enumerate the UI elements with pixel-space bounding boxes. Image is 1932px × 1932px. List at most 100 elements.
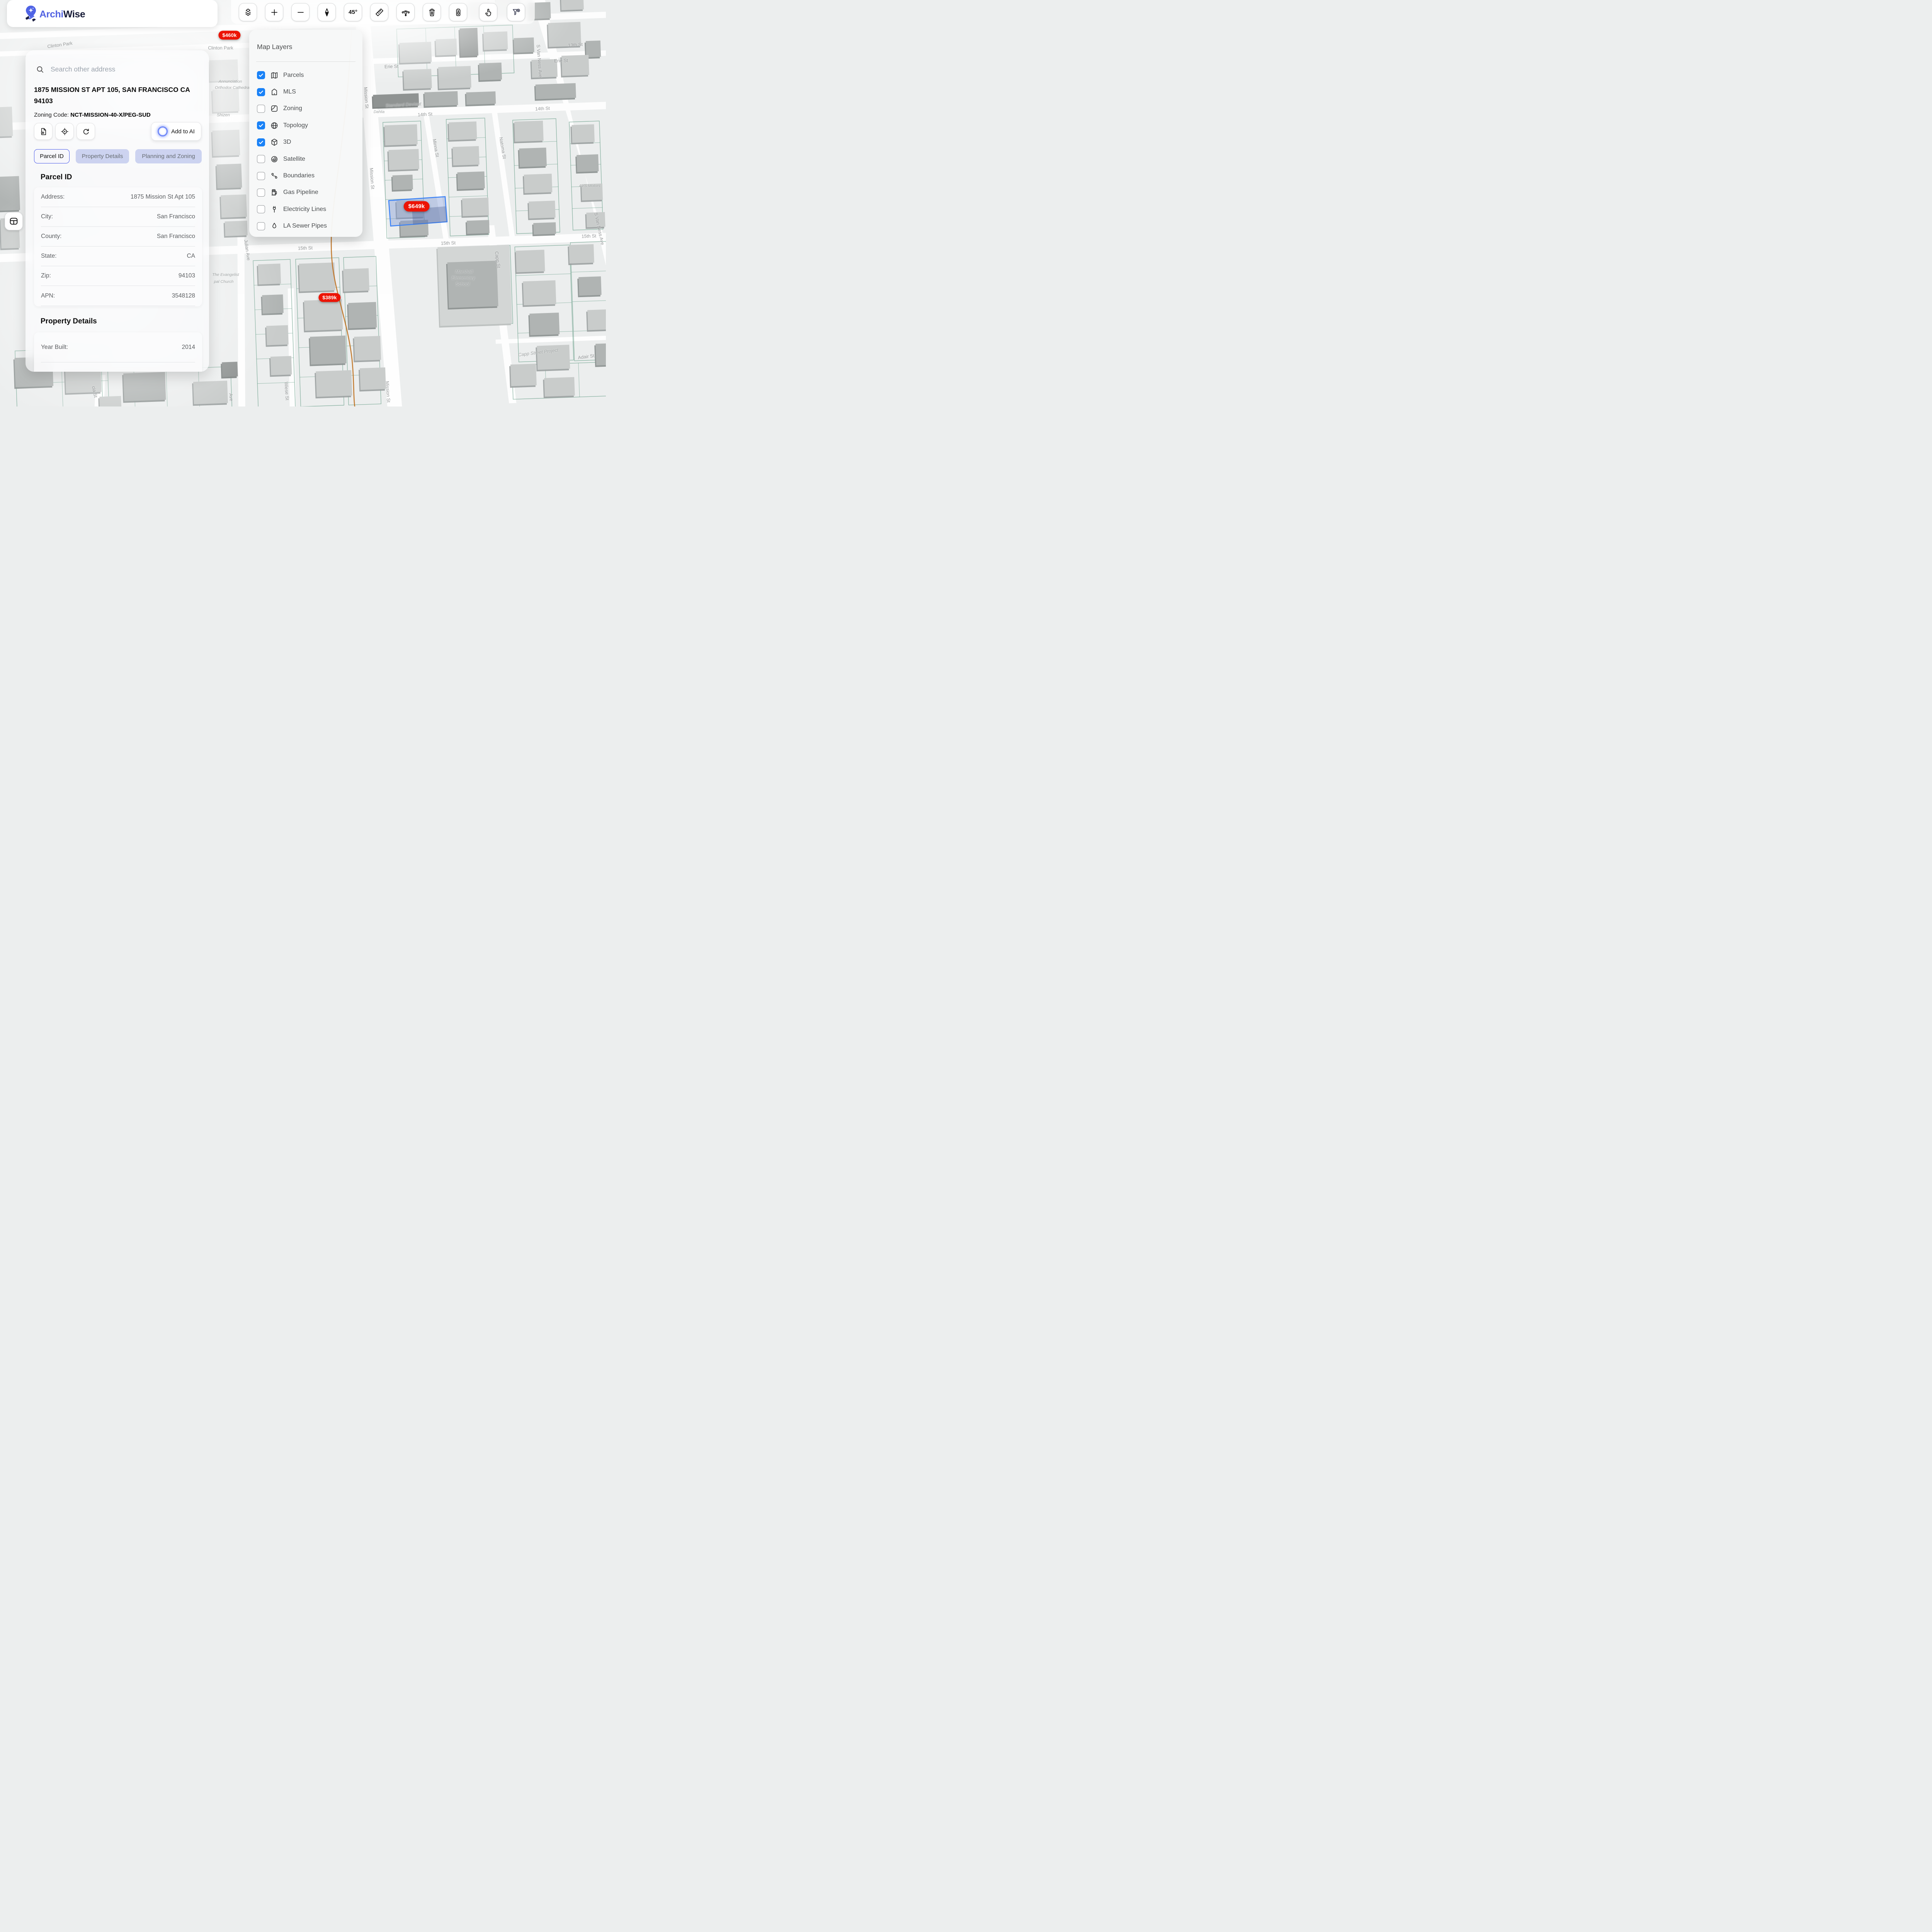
divider	[256, 61, 355, 62]
svg-text:PDF: PDF	[41, 132, 44, 133]
street-label-erie-st: Erie St	[384, 63, 398, 69]
zoning-code: Zoning Code: NCT-MISSION-40-X/PEG-SUD	[34, 112, 151, 118]
field-value: San Francisco	[157, 233, 195, 240]
layer-label: Gas Pipeline	[283, 189, 318, 196]
layer-label: Boundaries	[283, 172, 315, 179]
address-search[interactable]	[36, 63, 197, 76]
zoom-out-button[interactable]	[291, 3, 310, 21]
layer-item-parcels[interactable]: Parcels	[257, 67, 358, 83]
layer-item-gas-pipeline[interactable]: Gas Pipeline	[257, 184, 358, 201]
layer-checkbox-parcels[interactable]	[257, 71, 265, 79]
layout-toggle-button[interactable]	[5, 212, 23, 230]
property-details-heading: Property Details	[41, 317, 97, 326]
field-label: County:	[41, 233, 61, 240]
layer-item-topology[interactable]: Topology	[257, 117, 358, 134]
gas-icon	[270, 188, 279, 197]
filter-button[interactable]	[507, 3, 525, 21]
field-row-city-: City:San Francisco	[41, 207, 195, 227]
street-label-orthodox-cathedral: Orthodox Cathedral	[215, 85, 250, 90]
parcel-id-card: Address:1875 Mission St Apt 105City:San …	[34, 187, 202, 306]
layer-label: Satellite	[283, 156, 305, 163]
map-icon	[270, 71, 279, 80]
draw-node-button[interactable]	[396, 3, 415, 21]
layer-checkbox-satellite[interactable]	[257, 155, 265, 163]
brand-logo[interactable]: ArchiWise	[7, 0, 218, 27]
search-icon	[36, 65, 44, 74]
street-label-15th-st: 15th St	[298, 245, 313, 251]
price-marker-389k[interactable]: $389k	[318, 293, 340, 302]
export-pdf-button[interactable]: PDF	[34, 123, 53, 140]
street-label-annunciation: Annunciation	[219, 79, 242, 84]
field-label: Zip:	[41, 272, 51, 279]
layers-button[interactable]	[239, 3, 257, 21]
zoning-code-label: Zoning Code:	[34, 112, 69, 118]
layer-label: Topology	[283, 122, 308, 129]
layer-checkbox-zoning[interactable]	[257, 105, 265, 113]
add-to-ai-label: Add to AI	[171, 128, 195, 135]
field-row-address-: Address:1875 Mission St Apt 105	[41, 187, 195, 207]
map-toolbar: 45°	[239, 3, 525, 21]
layer-item-zoning[interactable]: Zoning	[257, 100, 358, 117]
zoom-in-button[interactable]	[265, 3, 283, 21]
search-input[interactable]	[50, 65, 197, 74]
street-label-15th-st: 15th St	[441, 240, 456, 246]
select-pointer-button[interactable]	[479, 3, 497, 21]
field-row-year-built-: Year Built: 2014	[41, 332, 195, 362]
field-label: Address:	[41, 194, 65, 201]
field-label: Year Built:	[41, 344, 68, 351]
street-label-ave: Ave	[228, 393, 234, 401]
field-label: State:	[41, 253, 57, 260]
field-row-county-: County: San Francisco	[41, 227, 195, 247]
layer-item-mls[interactable]: MLS	[257, 83, 358, 100]
field-row-state-: State:CA	[41, 247, 195, 266]
locate-button[interactable]	[55, 123, 74, 140]
tab-planning-and-zoning[interactable]: Planning and Zoning	[135, 149, 202, 163]
layer-item-boundaries[interactable]: Boundaries	[257, 167, 358, 184]
filter-icon	[512, 8, 521, 17]
ai-spinner-icon	[158, 126, 168, 136]
tab-parcel-id[interactable]: Parcel ID	[34, 149, 70, 163]
address-title: 1875 MISSION ST APT 105, SAN FRANCISCO C…	[34, 84, 204, 107]
map-layers-title: Map Layers	[257, 43, 292, 51]
layer-checkbox-3d[interactable]	[257, 138, 265, 146]
layer-checkbox-electricity-lines[interactable]	[257, 205, 265, 213]
layer-item-la-sewer-pipes[interactable]: LA Sewer Pipes	[257, 218, 358, 235]
plug-icon	[270, 205, 279, 214]
zoom-in-icon	[270, 8, 279, 17]
layer-item-electricity-lines[interactable]: Electricity Lines	[257, 201, 358, 218]
compass-button[interactable]	[318, 3, 336, 21]
parcel-id-heading: Parcel ID	[41, 173, 72, 182]
field-label: City:	[41, 213, 53, 220]
map-layers-panel: Map Layers Parcels MLSZoning Topology 3D Sat…	[249, 30, 362, 237]
tab-property-details[interactable]: Property Details	[76, 149, 129, 163]
layer-checkbox-mls[interactable]	[257, 88, 265, 96]
satellite-icon	[270, 155, 279, 163]
price-marker-460k[interactable]: $460k	[218, 31, 240, 40]
snapshot-icon	[454, 8, 463, 17]
layer-item-3d[interactable]: 3D	[257, 134, 358, 151]
layer-checkbox-boundaries[interactable]	[257, 172, 265, 180]
layer-item-satellite[interactable]: Satellite	[257, 151, 358, 167]
home-icon	[270, 88, 279, 96]
pdf-icon: PDF	[39, 127, 48, 136]
price-marker-649k[interactable]: $649k	[404, 201, 430, 212]
add-to-ai-button[interactable]: Add to AI	[151, 122, 201, 141]
layer-checkbox-gas-pipeline[interactable]	[257, 189, 265, 197]
erase-button[interactable]	[423, 3, 441, 21]
snapshot-button[interactable]	[449, 3, 467, 21]
field-value: 2014	[182, 344, 195, 351]
erase-icon	[427, 8, 437, 17]
street-label-shizen: Shizen	[217, 113, 230, 117]
measure-button[interactable]	[370, 3, 388, 21]
droplet-icon	[270, 222, 279, 230]
rotate-button[interactable]	[77, 123, 95, 140]
layer-label: Electricity Lines	[283, 206, 326, 213]
globe-icon	[270, 121, 279, 130]
layer-checkbox-la-sewer-pipes[interactable]	[257, 222, 265, 230]
zoom-out-icon	[296, 8, 305, 17]
street-label-15th-st: 15th St	[582, 233, 596, 239]
tilt-button[interactable]: 45°	[344, 3, 362, 21]
layer-label: Parcels	[283, 72, 304, 79]
layer-checkbox-topology[interactable]	[257, 121, 265, 129]
layer-label: LA Sewer Pipes	[283, 223, 327, 230]
